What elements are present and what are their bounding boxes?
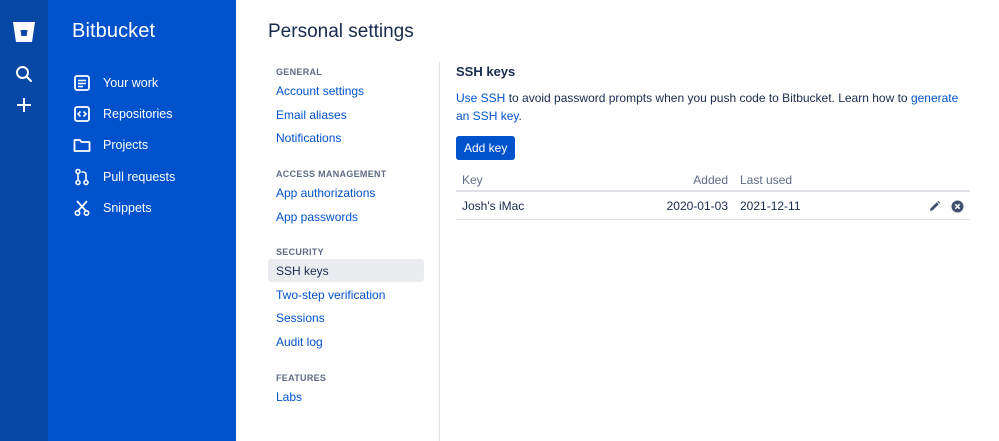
settings-link-account-settings[interactable]: Account settings: [268, 79, 424, 102]
settings-link-sessions[interactable]: Sessions: [268, 306, 424, 329]
nav-item-snippets[interactable]: Snippets: [72, 196, 152, 220]
nav-item-your-work[interactable]: Your work: [72, 71, 158, 95]
column-header-last-used: Last used: [740, 173, 793, 187]
global-navigation: [0, 0, 48, 441]
description-end: .: [518, 109, 522, 123]
table-row-divider: [456, 219, 970, 220]
vertical-divider: [439, 62, 440, 441]
table-header-divider: [456, 190, 970, 192]
column-header-added: Added: [693, 173, 728, 187]
use-ssh-link[interactable]: Use SSH: [456, 91, 505, 105]
nav-item-label: Pull requests: [103, 170, 176, 184]
settings-link-app-passwords[interactable]: App passwords: [268, 205, 424, 228]
create-plus-icon[interactable]: [12, 93, 36, 117]
section-heading: SSH keys: [456, 64, 516, 79]
group-title-access-management: ACCESS MANAGEMENT: [276, 169, 387, 179]
nav-item-label: Repositories: [103, 107, 173, 121]
nav-item-label: Your work: [103, 76, 159, 90]
product-navigation: Bitbucket Your work Repositories Project…: [48, 0, 236, 441]
nav-item-label: Projects: [103, 138, 149, 152]
remove-close-icon[interactable]: [950, 199, 964, 213]
settings-link-audit-log[interactable]: Audit log: [268, 330, 424, 353]
nav-item-projects[interactable]: Projects: [72, 133, 148, 157]
repositories-icon: [72, 104, 92, 124]
group-title-general: GENERAL: [276, 67, 323, 77]
group-title-features: FEATURES: [276, 373, 327, 383]
settings-link-app-authorizations[interactable]: App authorizations: [268, 181, 424, 204]
your-work-icon: [72, 73, 92, 93]
settings-link-ssh-keys[interactable]: SSH keys: [268, 259, 424, 282]
settings-link-email-aliases[interactable]: Email aliases: [268, 103, 424, 126]
cell-last-used: 2021-12-11: [740, 199, 801, 213]
pull-requests-icon: [72, 167, 92, 187]
snippets-scissors-icon: [72, 198, 92, 218]
description-text: to avoid password prompts when you push …: [505, 91, 911, 105]
ssh-description: Use SSH to avoid password prompts when y…: [456, 89, 970, 125]
settings-link-notifications[interactable]: Notifications: [268, 126, 424, 149]
add-key-button[interactable]: Add key: [456, 136, 516, 160]
settings-link-labs[interactable]: Labs: [268, 385, 424, 408]
nav-item-repositories[interactable]: Repositories: [72, 102, 172, 126]
page-title: Personal settings: [268, 21, 414, 42]
group-title-security: SECURITY: [276, 247, 324, 257]
projects-folder-icon: [72, 135, 92, 155]
nav-item-label: Snippets: [103, 201, 152, 215]
search-icon[interactable]: [12, 62, 36, 86]
nav-item-pull-requests[interactable]: Pull requests: [72, 165, 175, 189]
edit-pencil-icon[interactable]: [927, 199, 941, 213]
settings-link-two-step-verification[interactable]: Two-step verification: [268, 283, 424, 306]
product-name: Bitbucket: [72, 20, 156, 42]
column-header-key: Key: [462, 173, 483, 187]
bitbucket-logo-icon[interactable]: [12, 20, 36, 44]
cell-added: 2020-01-03: [666, 199, 728, 213]
cell-key: Josh's iMac: [462, 199, 525, 213]
